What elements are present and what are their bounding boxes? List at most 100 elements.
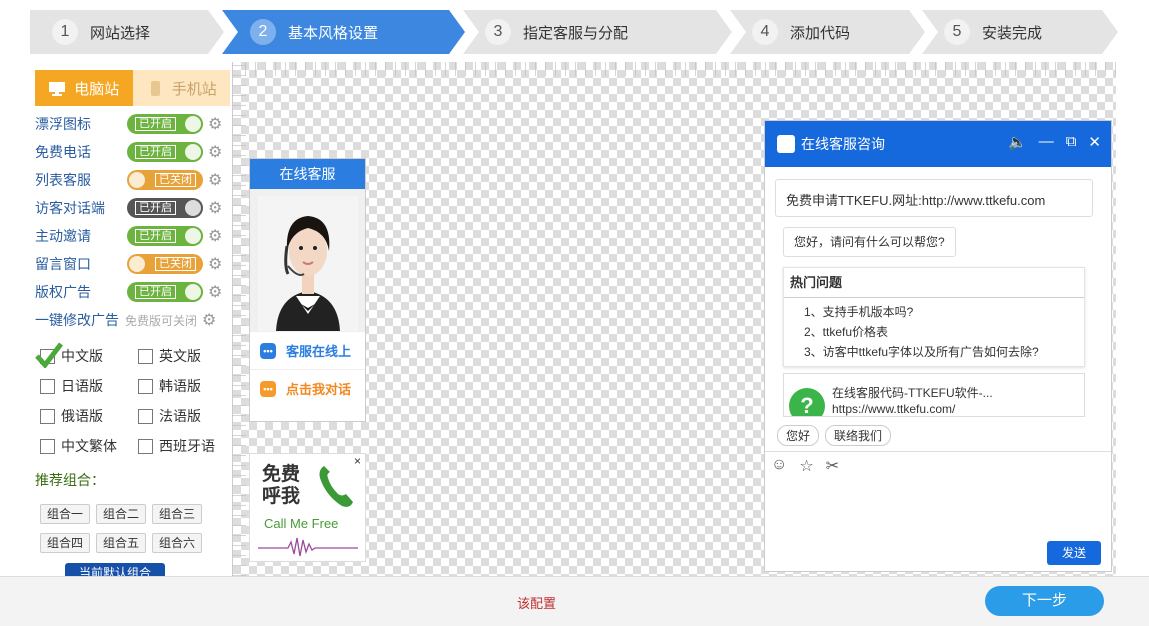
combo-3-button[interactable]: 组合三	[152, 504, 202, 524]
free-note: 免费版可关闭	[125, 313, 198, 328]
toggle-switch[interactable]: 已关闭	[127, 170, 203, 190]
gear-icon[interactable]: ⚙	[208, 256, 223, 272]
hot-question[interactable]: 1、支持手机版本吗?	[784, 302, 1084, 322]
free-call-title: 免费 呼我	[262, 464, 300, 508]
step-number: 3	[485, 19, 511, 45]
gear-icon[interactable]: ⚙	[208, 172, 223, 188]
close-icon[interactable]: ✕	[1088, 133, 1101, 151]
lang-label: 韩语版	[159, 378, 201, 394]
chat-logo-icon	[777, 135, 795, 153]
toggle-switch[interactable]: 已关闭	[127, 254, 203, 274]
step-site-select[interactable]: 1 网站选择	[30, 10, 224, 54]
gear-icon[interactable]: ⚙	[208, 144, 223, 160]
toggle-switch[interactable]: 已开启	[127, 114, 203, 134]
step-number: 1	[52, 19, 78, 45]
hot-question[interactable]: 3、访客中ttkefu字体以及所有广告如何去除?	[784, 342, 1084, 362]
combo-5-button[interactable]: 组合五	[96, 533, 146, 553]
toggle-switch[interactable]: 已开启	[127, 226, 203, 246]
chat-message: 免费申请TTKEFU.网址:http://www.ttkefu.com	[775, 179, 1093, 217]
chat-title: 在线客服咨询	[801, 136, 885, 152]
lang-label: 俄语版	[61, 408, 103, 424]
step-style-settings[interactable]: 2 基本风格设置	[222, 10, 465, 54]
combo-6-button[interactable]: 组合六	[152, 533, 202, 553]
lang-label: 英文版	[159, 348, 201, 364]
checkbox[interactable]	[138, 378, 153, 394]
step-number: 2	[250, 19, 276, 45]
combo-4-button[interactable]: 组合四	[40, 533, 90, 553]
quick-reply-hello[interactable]: 您好	[777, 425, 820, 446]
quick-reply-contact[interactable]: 联络我们	[825, 425, 892, 446]
step-number: 4	[752, 19, 778, 45]
checkbox[interactable]	[40, 408, 55, 424]
step-add-code[interactable]: 4 添加代码	[730, 10, 925, 54]
free-call-line1: 免费	[262, 464, 301, 485]
gear-icon[interactable]: ⚙	[202, 312, 217, 328]
gear-icon[interactable]: ⚙	[208, 228, 223, 244]
tab-label: 电脑站	[74, 80, 120, 98]
bottom-bar: 该配置 下一步	[0, 576, 1149, 626]
ruler-left	[232, 62, 246, 576]
chat-message: 您好，请问有什么可以帮您?	[783, 227, 956, 257]
feature-active-invite: 主动邀请 已开启 ⚙	[35, 222, 230, 250]
gear-icon[interactable]: ⚙	[208, 284, 223, 300]
feature-edit-ad: 一键修改广告 免费版可关闭 ⚙	[35, 306, 230, 334]
service-online-button[interactable]: ••• 客服在线上	[250, 331, 365, 369]
step-assign-agents[interactable]: 3 指定客服与分配	[463, 10, 732, 54]
hot-questions-card: 热门问题 1、支持手机版本吗? 2、ttkefu价格表 3、访客中ttkefu字…	[783, 267, 1085, 367]
lang-french[interactable]: 法语版	[138, 406, 236, 426]
emoji-icon[interactable]: ☺	[771, 456, 787, 477]
checkbox[interactable]	[40, 378, 55, 394]
lang-label: 法语版	[159, 408, 201, 424]
checkbox[interactable]	[40, 438, 55, 454]
tab-pc-site[interactable]: 电脑站	[35, 70, 133, 106]
step-finish[interactable]: 5 安装完成	[922, 10, 1118, 54]
feature-label: 列表客服	[35, 172, 91, 188]
feature-label: 留言窗口	[35, 256, 91, 272]
toggle-switch[interactable]: 已开启	[127, 142, 203, 162]
hot-question[interactable]: 2、ttkefu价格表	[784, 322, 1084, 342]
minimize-icon[interactable]: —	[1039, 133, 1054, 151]
checkbox[interactable]	[138, 408, 153, 424]
lang-russian[interactable]: 俄语版	[40, 406, 138, 426]
link-preview-card[interactable]: ? 在线客服代码-TTKEFU软件-... https://www.ttkefu…	[783, 373, 1085, 417]
float-title: 在线客服	[250, 159, 365, 189]
lang-chinese[interactable]: 中文版	[35, 341, 138, 368]
feature-free-phone: 免费电话 已开启 ⚙	[35, 138, 230, 166]
star-icon[interactable]: ☆	[799, 456, 813, 477]
lang-label: 中文繁体	[61, 438, 117, 454]
toggle-state: 已开启	[135, 145, 176, 159]
toggle-switch[interactable]: 已开启	[127, 198, 203, 218]
maximize-icon[interactable]: ⧉	[1066, 133, 1077, 151]
speaker-icon[interactable]: 🔈	[1008, 133, 1027, 151]
checkbox[interactable]	[35, 341, 63, 368]
lang-label: 日语版	[61, 378, 103, 394]
tab-mobile-site[interactable]: 手机站	[132, 70, 230, 106]
click-to-chat-button[interactable]: ••• 点击我对话	[250, 369, 365, 407]
lang-traditional-chinese[interactable]: 中文繁体	[40, 436, 138, 456]
lang-spanish[interactable]: 西班牙语	[138, 436, 236, 456]
free-call-widget[interactable]: × 免费 呼我 Call Me Free	[249, 453, 366, 562]
free-call-line2: 呼我	[262, 486, 301, 507]
agent-photo	[257, 196, 358, 331]
sound-wave-icon	[258, 537, 358, 557]
combo-2-button[interactable]: 组合二	[96, 504, 146, 524]
toggle-state: 已开启	[135, 117, 176, 131]
lang-japanese[interactable]: 日语版	[40, 376, 138, 396]
gear-icon[interactable]: ⚙	[208, 200, 223, 216]
step-label: 添加代码	[790, 24, 851, 42]
toggle-switch[interactable]: 已开启	[127, 282, 203, 302]
agent-avatar	[250, 189, 365, 331]
combo-1-button[interactable]: 组合一	[40, 504, 90, 524]
gear-icon[interactable]: ⚙	[208, 116, 223, 132]
lang-english[interactable]: 英文版	[138, 346, 236, 366]
feature-message-window: 留言窗口 已关闭 ⚙	[35, 250, 230, 278]
checkbox[interactable]	[138, 438, 153, 454]
toggle-state: 已关闭	[155, 173, 196, 187]
send-button[interactable]: 发送	[1047, 541, 1101, 565]
toggle-state: 已开启	[135, 201, 176, 215]
lang-korean[interactable]: 韩语版	[138, 376, 236, 396]
scissors-icon[interactable]: ✂	[826, 456, 839, 477]
next-step-button[interactable]: 下一步	[985, 586, 1104, 616]
checkbox[interactable]	[138, 348, 153, 364]
chat-bubble-icon: •••	[260, 342, 276, 359]
